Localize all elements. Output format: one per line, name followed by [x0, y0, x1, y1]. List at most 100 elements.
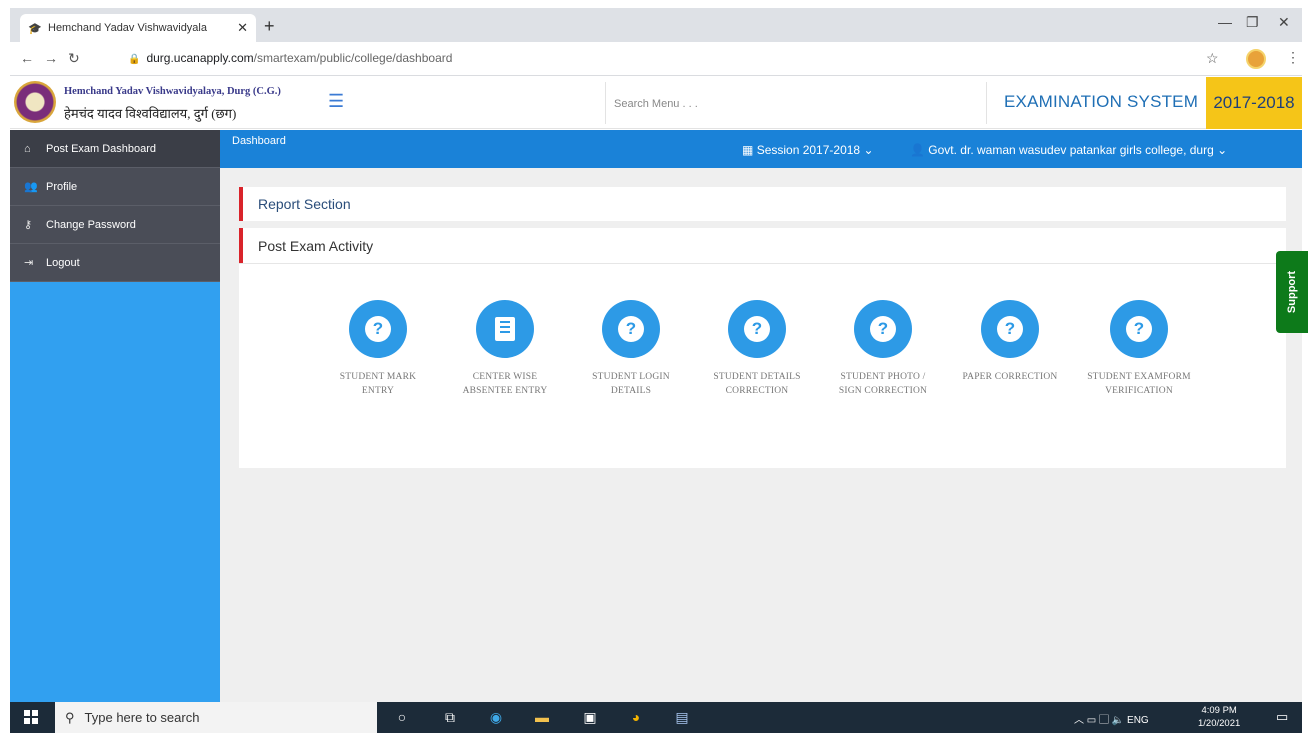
session-dropdown[interactable]: ▦ Session 2017-2018 ⌄	[742, 143, 874, 157]
question-icon: ?	[997, 316, 1023, 342]
sidebar-item-label: Change Password	[46, 218, 136, 231]
activity-circle: ?	[349, 300, 407, 358]
top-info-bar: Dashboard ▦ Session 2017-2018 ⌄ 👤 Govt. …	[220, 130, 1302, 168]
menu-kebab-icon[interactable]: ⋮	[1286, 49, 1300, 66]
question-icon: ?	[365, 316, 391, 342]
notification-icon[interactable]: ▭	[1276, 709, 1288, 725]
activity-circle: ?	[854, 300, 912, 358]
activity-label: STUDENT PHOTO / SIGN CORRECTION	[838, 372, 928, 396]
battery-icon[interactable]: ▭	[1087, 715, 1096, 726]
volume-icon[interactable]: 🔈	[1112, 715, 1124, 726]
activity-circle: ?	[728, 300, 786, 358]
close-tab-icon[interactable]: ✕	[237, 20, 248, 36]
activity-student-photo-sign-correction[interactable]: ? STUDENT PHOTO / SIGN CORRECTION	[828, 300, 938, 398]
question-icon: ?	[744, 316, 770, 342]
hamburger-menu-icon[interactable]: ☰	[328, 91, 344, 112]
activity-circle: ?	[602, 300, 660, 358]
minimize-icon[interactable]: —	[1218, 14, 1232, 30]
question-icon: ?	[618, 316, 644, 342]
post-exam-activity-header: Post Exam Activity	[239, 228, 1286, 263]
activity-label: STUDENT LOGIN DETAILS	[592, 372, 670, 396]
address-bar: ← → ↻ 🔒 durg.ucanapply.com/smartexam/publ…	[10, 42, 1302, 76]
university-logo	[14, 81, 56, 123]
breadcrumb[interactable]: Dashboard	[232, 135, 286, 147]
chevron-down-icon: ⌄	[863, 143, 874, 157]
sidebar-item-change-password[interactable]: ⚷ Change Password	[10, 206, 220, 244]
activity-student-examform-verification[interactable]: ? STUDENT EXAMFORM VERIFICATION	[1084, 300, 1194, 398]
main-content: Dashboard ▦ Session 2017-2018 ⌄ 👤 Govt. …	[220, 130, 1302, 702]
support-tab[interactable]: Support	[1276, 251, 1308, 333]
activity-student-mark-entry[interactable]: ? STUDENT MARK ENTRY	[323, 300, 433, 398]
sidebar-item-logout[interactable]: ⇥ Logout	[10, 244, 220, 282]
forward-icon[interactable]: →	[44, 50, 58, 66]
user-icon: 👤	[910, 143, 925, 157]
activity-label: STUDENT DETAILS CORRECTION	[713, 372, 801, 396]
graduation-cap-icon: 🎓	[28, 22, 42, 35]
sidebar-item-post-exam-dashboard[interactable]: ⌂ Post Exam Dashboard	[10, 130, 220, 168]
file-explorer-icon[interactable]: ▬	[532, 707, 552, 727]
store-icon[interactable]: ▣	[580, 707, 600, 727]
sidebar: ⌂ Post Exam Dashboard 👥 Profile ⚷ Change…	[10, 130, 220, 702]
close-window-icon[interactable]: ✕	[1278, 14, 1290, 31]
activity-label: STUDENT EXAMFORM VERIFICATION	[1087, 372, 1191, 396]
browser-tab[interactable]: 🎓 Hemchand Yadav Vishwavidyala ✕	[20, 14, 256, 42]
chrome-icon[interactable]: ◕	[626, 707, 646, 727]
edge-icon[interactable]: ◉	[486, 707, 506, 727]
sidebar-menu: ⌂ Post Exam Dashboard 👥 Profile ⚷ Change…	[10, 130, 220, 282]
calendar-icon: ▦	[742, 143, 754, 157]
post-exam-activity-title: Post Exam Activity	[258, 237, 374, 254]
back-icon[interactable]: ←	[20, 50, 34, 66]
chevron-up-icon[interactable]: ︿	[1074, 715, 1084, 726]
activity-panel: ? STUDENT MARK ENTRY CENTER WISE ABSENTE…	[239, 263, 1286, 468]
system-title: EXAMINATION SYSTEM	[1004, 92, 1199, 111]
activity-center-wise-absentee-entry[interactable]: CENTER WISE ABSENTEE ENTRY	[450, 300, 560, 398]
university-name-english: Hemchand Yadav Vishwavidyalaya, Durg (C.…	[64, 86, 281, 97]
reload-icon[interactable]: ↻	[68, 50, 80, 67]
bookmark-star-icon[interactable]: ☆	[1206, 50, 1219, 67]
report-section-title: Report Section	[258, 196, 351, 212]
system-tray: ︿ ▭ ▢ 🔈 ENG	[1074, 711, 1149, 726]
sign-out-icon: ⇥	[24, 257, 34, 269]
university-name-hindi: हेमचंद यादव विश्वविद्यालय, दुर्ग (छग)	[64, 106, 237, 121]
profile-avatar[interactable]	[1246, 49, 1266, 69]
activity-student-details-correction[interactable]: ? STUDENT DETAILS CORRECTION	[702, 300, 812, 398]
tab-title: Hemchand Yadav Vishwavidyala	[48, 22, 207, 34]
lock-icon: 🔒	[128, 54, 141, 65]
session-label: Session 2017-2018	[756, 143, 861, 157]
taskbar-search-placeholder: Type here to search	[84, 710, 200, 725]
activity-paper-correction[interactable]: ? PAPER CORRECTION	[955, 300, 1065, 384]
activity-label: STUDENT MARK ENTRY	[339, 372, 417, 396]
activity-student-login-details[interactable]: ? STUDENT LOGIN DETAILS	[576, 300, 686, 398]
college-name: Govt. dr. waman wasudev patankar girls c…	[928, 143, 1214, 157]
task-view-icon[interactable]: ⧉	[440, 707, 460, 727]
search-icon: ⚲	[65, 709, 75, 725]
url-host: durg.ucanapply.com	[146, 51, 254, 65]
url-field[interactable]: 🔒 durg.ucanapply.com/smartexam/public/col…	[128, 51, 452, 65]
windows-start-icon[interactable]	[24, 710, 38, 724]
taskbar: ⚲ Type here to search ○ ⧉ ◉ ▬ ▣ ◕ ▤ ︿ ▭ …	[10, 702, 1302, 733]
year-badge: 2017-2018	[1206, 77, 1302, 129]
college-dropdown[interactable]: 👤 Govt. dr. waman wasudev patankar girls…	[910, 143, 1227, 157]
home-icon: ⌂	[24, 142, 31, 155]
network-icon[interactable]: ▢	[1099, 715, 1109, 726]
cortana-icon[interactable]: ○	[392, 707, 412, 727]
url-path: /smartexam/public/college/dashboard	[253, 51, 453, 65]
search-menu-input[interactable]: Search Menu . . .	[605, 82, 987, 124]
key-icon: ⚷	[24, 219, 33, 231]
restore-icon[interactable]: ❐	[1246, 14, 1259, 31]
sidebar-item-label: Profile	[46, 180, 78, 193]
activity-label: CENTER WISE ABSENTEE ENTRY	[462, 372, 548, 396]
new-tab-button[interactable]: +	[264, 16, 275, 37]
sidebar-item-label: Logout	[46, 256, 80, 269]
question-icon: ?	[870, 316, 896, 342]
report-section-header[interactable]: Report Section	[239, 187, 1286, 221]
taskbar-search-input[interactable]: ⚲ Type here to search	[55, 702, 377, 733]
sidebar-item-profile[interactable]: 👥 Profile	[10, 168, 220, 206]
app-icon[interactable]: ▤	[672, 707, 692, 727]
screen: 🎓 Hemchand Yadav Vishwavidyala ✕ + — ❐ ✕…	[0, 0, 1308, 733]
taskbar-clock[interactable]: 4:09 PM 1/20/2021	[1198, 704, 1240, 730]
language-indicator[interactable]: ENG	[1127, 715, 1149, 726]
app-header: Hemchand Yadav Vishwavidyalaya, Durg (C.…	[10, 77, 1302, 129]
clock-date: 1/20/2021	[1198, 718, 1241, 729]
activity-circle: ?	[981, 300, 1039, 358]
